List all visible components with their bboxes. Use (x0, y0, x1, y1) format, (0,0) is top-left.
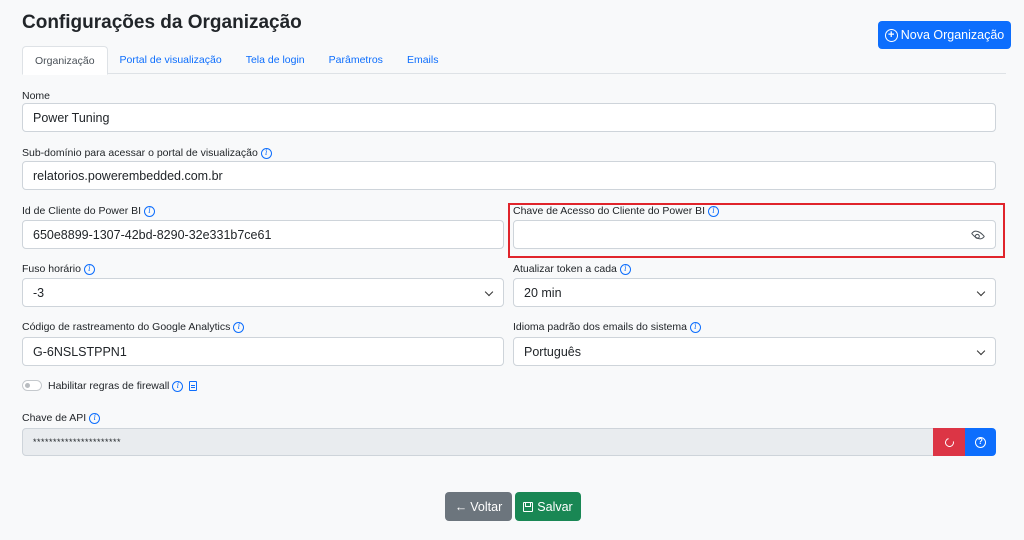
chevron-down-icon (976, 287, 986, 297)
tab-portal-visualizacao[interactable]: Portal de visualização (108, 46, 234, 74)
firewall-toggle[interactable] (22, 380, 42, 391)
email-language-label: Idioma padrão dos emails do sistema i (513, 321, 701, 333)
token-refresh-label: Atualizar token a cada i (513, 263, 631, 275)
name-label: Nome (22, 90, 51, 102)
timezone-label: Fuso horário i (22, 263, 95, 275)
info-icon[interactable]: i (708, 205, 720, 217)
firewall-label: Habilitar regras de firewall i (48, 380, 198, 392)
analytics-input[interactable]: G-6NSLSTPPN1 (22, 337, 504, 366)
info-icon[interactable]: i (689, 321, 701, 333)
api-key-label: Chave de API i (22, 412, 101, 424)
save-button[interactable]: Salvar (515, 492, 581, 521)
regenerate-api-key-button[interactable] (933, 428, 965, 456)
api-help-button[interactable]: ? (965, 428, 996, 456)
eye-icon[interactable] (970, 227, 986, 243)
tab-emails[interactable]: Emails (395, 46, 451, 74)
info-icon[interactable]: i (172, 380, 184, 392)
arrow-left-icon: ← (454, 499, 468, 514)
api-key-field: ********************** (22, 428, 934, 456)
save-label: Salvar (537, 499, 573, 514)
tab-parametros[interactable]: Parâmetros (317, 46, 395, 74)
info-icon[interactable]: i (233, 321, 245, 333)
tab-bar: Organização Portal de visualização Tela … (22, 46, 1006, 75)
analytics-label: Código de rastreamento do Google Analyti… (22, 321, 245, 333)
client-id-input[interactable]: 650e8899-1307-42bd-8290-32e331b7ce61 (22, 220, 504, 249)
info-icon[interactable]: i (144, 205, 156, 217)
client-key-label: Chave de Acesso do Cliente do Power BI i (513, 205, 720, 217)
name-input[interactable]: Power Tuning (22, 103, 996, 132)
subdomain-label: Sub-domínio para acessar o portal de vis… (22, 147, 272, 159)
back-label: Voltar (470, 499, 503, 514)
info-icon[interactable]: i (260, 147, 272, 159)
info-icon[interactable]: i (89, 412, 101, 424)
back-button[interactable]: ← Voltar (445, 492, 512, 521)
client-key-input[interactable] (513, 220, 996, 249)
token-refresh-select[interactable]: 20 min (513, 278, 996, 307)
document-icon[interactable] (189, 381, 198, 391)
new-organization-label: Nova Organização (900, 28, 1005, 42)
info-icon[interactable]: i (83, 263, 95, 275)
info-icon[interactable]: i (619, 263, 631, 275)
plus-circle-icon: + (884, 28, 898, 42)
chevron-down-icon (976, 346, 986, 356)
tab-organizacao[interactable]: Organização (22, 46, 108, 75)
tab-tela-login[interactable]: Tela de login (234, 46, 317, 74)
save-icon (523, 501, 534, 512)
refresh-icon (942, 435, 956, 449)
question-circle-icon: ? (975, 436, 986, 448)
client-id-label: Id de Cliente do Power BI i (22, 205, 156, 217)
chevron-down-icon (484, 287, 494, 297)
timezone-select[interactable]: -3 (22, 278, 504, 307)
new-organization-button[interactable]: + Nova Organização (878, 21, 1011, 49)
page-title: Configurações da Organização (22, 12, 302, 33)
email-language-select[interactable]: Português (513, 337, 996, 366)
subdomain-input[interactable]: relatorios.powerembedded.com.br (22, 161, 996, 190)
